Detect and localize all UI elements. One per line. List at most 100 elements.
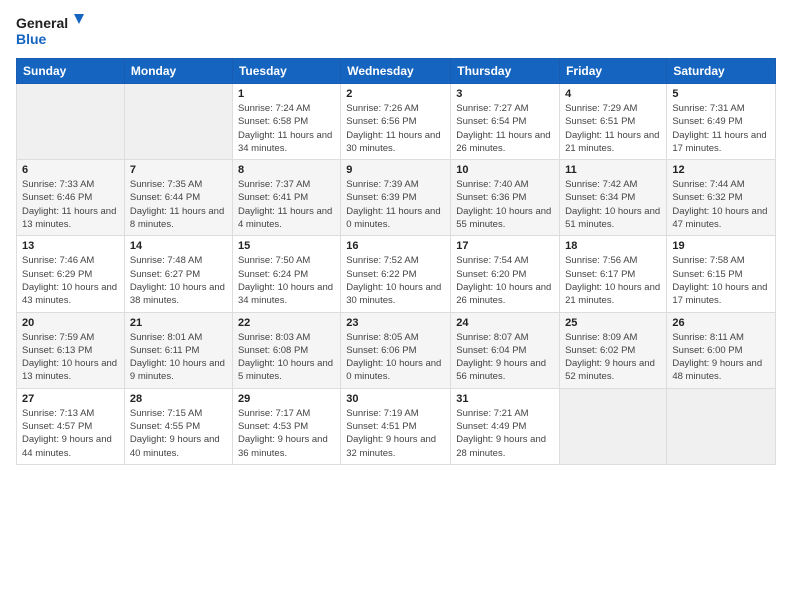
day-number: 16 bbox=[346, 240, 445, 252]
day-info: Sunrise: 7:44 AM Sunset: 6:32 PM Dayligh… bbox=[672, 178, 770, 231]
calendar-cell: 23 Sunrise: 8:05 AM Sunset: 6:06 PM Dayli… bbox=[341, 312, 451, 388]
day-info: Sunrise: 7:37 AM Sunset: 6:41 PM Dayligh… bbox=[238, 178, 335, 231]
calendar-cell bbox=[17, 84, 125, 160]
day-info: Sunrise: 7:48 AM Sunset: 6:27 PM Dayligh… bbox=[130, 254, 227, 307]
day-info: Sunrise: 7:27 AM Sunset: 6:54 PM Dayligh… bbox=[456, 102, 554, 155]
weekday-friday: Friday bbox=[560, 59, 667, 84]
day-number: 28 bbox=[130, 393, 227, 405]
calendar-cell: 6 Sunrise: 7:33 AM Sunset: 6:46 PM Daylig… bbox=[17, 160, 125, 236]
calendar-cell: 16 Sunrise: 7:52 AM Sunset: 6:22 PM Dayli… bbox=[341, 236, 451, 312]
weekday-wednesday: Wednesday bbox=[341, 59, 451, 84]
day-number: 15 bbox=[238, 240, 335, 252]
day-info: Sunrise: 7:56 AM Sunset: 6:17 PM Dayligh… bbox=[565, 254, 661, 307]
calendar-cell: 5 Sunrise: 7:31 AM Sunset: 6:49 PM Daylig… bbox=[667, 84, 776, 160]
day-info: Sunrise: 7:15 AM Sunset: 4:55 PM Dayligh… bbox=[130, 407, 227, 460]
day-info: Sunrise: 7:24 AM Sunset: 6:58 PM Dayligh… bbox=[238, 102, 335, 155]
weekday-saturday: Saturday bbox=[667, 59, 776, 84]
weekday-tuesday: Tuesday bbox=[232, 59, 340, 84]
day-number: 22 bbox=[238, 317, 335, 329]
week-row-2: 6 Sunrise: 7:33 AM Sunset: 6:46 PM Daylig… bbox=[17, 160, 776, 236]
calendar-cell: 14 Sunrise: 7:48 AM Sunset: 6:27 PM Dayli… bbox=[124, 236, 232, 312]
day-number: 23 bbox=[346, 317, 445, 329]
day-number: 18 bbox=[565, 240, 661, 252]
day-number: 5 bbox=[672, 88, 770, 100]
day-number: 9 bbox=[346, 164, 445, 176]
calendar-cell: 3 Sunrise: 7:27 AM Sunset: 6:54 PM Daylig… bbox=[451, 84, 560, 160]
day-info: Sunrise: 7:58 AM Sunset: 6:15 PM Dayligh… bbox=[672, 254, 770, 307]
calendar-cell bbox=[124, 84, 232, 160]
calendar-cell: 19Sunrise: 7:58 AM Sunset: 6:15 PM Dayli… bbox=[667, 236, 776, 312]
calendar-cell: 31 Sunrise: 7:21 AM Sunset: 4:49 PM Dayli… bbox=[451, 388, 560, 464]
calendar-cell: 28 Sunrise: 7:15 AM Sunset: 4:55 PM Dayli… bbox=[124, 388, 232, 464]
day-number: 20 bbox=[22, 317, 119, 329]
calendar-cell: 1 Sunrise: 7:24 AM Sunset: 6:58 PM Daylig… bbox=[232, 84, 340, 160]
day-info: Sunrise: 7:26 AM Sunset: 6:56 PM Dayligh… bbox=[346, 102, 445, 155]
weekday-thursday: Thursday bbox=[451, 59, 560, 84]
day-number: 10 bbox=[456, 164, 554, 176]
calendar-cell: 9 Sunrise: 7:39 AM Sunset: 6:39 PM Daylig… bbox=[341, 160, 451, 236]
day-info: Sunrise: 8:07 AM Sunset: 6:04 PM Dayligh… bbox=[456, 331, 554, 384]
calendar-cell: 8 Sunrise: 7:37 AM Sunset: 6:41 PM Daylig… bbox=[232, 160, 340, 236]
calendar-cell: 2Sunrise: 7:26 AM Sunset: 6:56 PM Daylig… bbox=[341, 84, 451, 160]
day-info: Sunrise: 8:09 AM Sunset: 6:02 PM Dayligh… bbox=[565, 331, 661, 384]
day-number: 3 bbox=[456, 88, 554, 100]
day-number: 7 bbox=[130, 164, 227, 176]
day-number: 27 bbox=[22, 393, 119, 405]
day-info: Sunrise: 8:05 AM Sunset: 6:06 PM Dayligh… bbox=[346, 331, 445, 384]
calendar-cell: 29Sunrise: 7:17 AM Sunset: 4:53 PM Dayli… bbox=[232, 388, 340, 464]
day-number: 30 bbox=[346, 393, 445, 405]
day-number: 1 bbox=[238, 88, 335, 100]
day-number: 11 bbox=[565, 164, 661, 176]
day-number: 8 bbox=[238, 164, 335, 176]
day-info: Sunrise: 7:35 AM Sunset: 6:44 PM Dayligh… bbox=[130, 178, 227, 231]
day-number: 13 bbox=[22, 240, 119, 252]
page: General Blue SundayMondayTuesdayWednesda… bbox=[0, 0, 792, 612]
calendar-cell: 17Sunrise: 7:54 AM Sunset: 6:20 PM Dayli… bbox=[451, 236, 560, 312]
week-row-5: 27Sunrise: 7:13 AM Sunset: 4:57 PM Dayli… bbox=[17, 388, 776, 464]
logo: General Blue bbox=[16, 10, 86, 50]
day-number: 4 bbox=[565, 88, 661, 100]
day-info: Sunrise: 7:59 AM Sunset: 6:13 PM Dayligh… bbox=[22, 331, 119, 384]
calendar-cell: 4 Sunrise: 7:29 AM Sunset: 6:51 PM Daylig… bbox=[560, 84, 667, 160]
day-info: Sunrise: 8:11 AM Sunset: 6:00 PM Dayligh… bbox=[672, 331, 770, 384]
day-info: Sunrise: 7:46 AM Sunset: 6:29 PM Dayligh… bbox=[22, 254, 119, 307]
svg-text:General: General bbox=[16, 15, 68, 31]
day-number: 14 bbox=[130, 240, 227, 252]
day-info: Sunrise: 7:40 AM Sunset: 6:36 PM Dayligh… bbox=[456, 178, 554, 231]
calendar-cell: 25Sunrise: 8:09 AM Sunset: 6:02 PM Dayli… bbox=[560, 312, 667, 388]
day-info: Sunrise: 7:52 AM Sunset: 6:22 PM Dayligh… bbox=[346, 254, 445, 307]
day-number: 12 bbox=[672, 164, 770, 176]
svg-text:Blue: Blue bbox=[16, 31, 47, 47]
calendar-cell: 13 Sunrise: 7:46 AM Sunset: 6:29 PM Dayli… bbox=[17, 236, 125, 312]
calendar-cell: 15Sunrise: 7:50 AM Sunset: 6:24 PM Dayli… bbox=[232, 236, 340, 312]
calendar-cell: 11 Sunrise: 7:42 AM Sunset: 6:34 PM Dayli… bbox=[560, 160, 667, 236]
day-info: Sunrise: 7:29 AM Sunset: 6:51 PM Dayligh… bbox=[565, 102, 661, 155]
weekday-sunday: Sunday bbox=[17, 59, 125, 84]
calendar-cell: 24 Sunrise: 8:07 AM Sunset: 6:04 PM Dayli… bbox=[451, 312, 560, 388]
header: General Blue bbox=[16, 10, 776, 50]
day-info: Sunrise: 7:33 AM Sunset: 6:46 PM Dayligh… bbox=[22, 178, 119, 231]
week-row-3: 13 Sunrise: 7:46 AM Sunset: 6:29 PM Dayli… bbox=[17, 236, 776, 312]
day-info: Sunrise: 8:03 AM Sunset: 6:08 PM Dayligh… bbox=[238, 331, 335, 384]
weekday-monday: Monday bbox=[124, 59, 232, 84]
calendar-cell: 18 Sunrise: 7:56 AM Sunset: 6:17 PM Dayli… bbox=[560, 236, 667, 312]
day-number: 24 bbox=[456, 317, 554, 329]
calendar-cell: 22 Sunrise: 8:03 AM Sunset: 6:08 PM Dayli… bbox=[232, 312, 340, 388]
week-row-4: 20 Sunrise: 7:59 AM Sunset: 6:13 PM Dayli… bbox=[17, 312, 776, 388]
calendar-cell: 30Sunrise: 7:19 AM Sunset: 4:51 PM Dayli… bbox=[341, 388, 451, 464]
calendar-cell: 27Sunrise: 7:13 AM Sunset: 4:57 PM Dayli… bbox=[17, 388, 125, 464]
day-info: Sunrise: 7:42 AM Sunset: 6:34 PM Dayligh… bbox=[565, 178, 661, 231]
week-row-1: 1 Sunrise: 7:24 AM Sunset: 6:58 PM Daylig… bbox=[17, 84, 776, 160]
calendar-body: 1 Sunrise: 7:24 AM Sunset: 6:58 PM Daylig… bbox=[17, 84, 776, 465]
day-number: 6 bbox=[22, 164, 119, 176]
calendar-cell: 7 Sunrise: 7:35 AM Sunset: 6:44 PM Daylig… bbox=[124, 160, 232, 236]
day-info: Sunrise: 7:39 AM Sunset: 6:39 PM Dayligh… bbox=[346, 178, 445, 231]
calendar-cell: 20 Sunrise: 7:59 AM Sunset: 6:13 PM Dayli… bbox=[17, 312, 125, 388]
day-info: Sunrise: 7:17 AM Sunset: 4:53 PM Dayligh… bbox=[238, 407, 335, 460]
day-info: Sunrise: 7:21 AM Sunset: 4:49 PM Dayligh… bbox=[456, 407, 554, 460]
day-info: Sunrise: 7:31 AM Sunset: 6:49 PM Dayligh… bbox=[672, 102, 770, 155]
day-number: 21 bbox=[130, 317, 227, 329]
day-number: 31 bbox=[456, 393, 554, 405]
calendar-cell bbox=[667, 388, 776, 464]
logo-svg: General Blue bbox=[16, 10, 86, 50]
